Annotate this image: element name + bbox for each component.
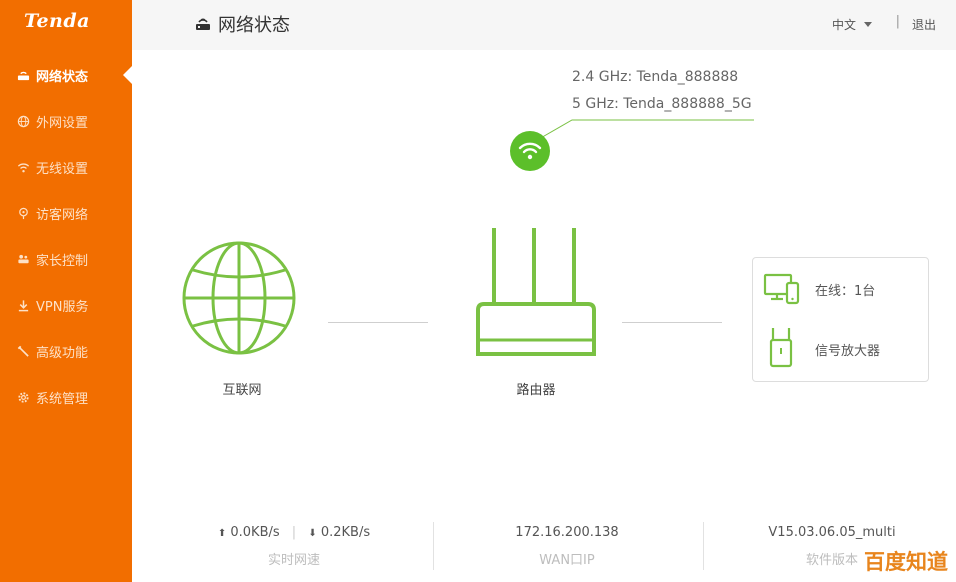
chevron-down-icon	[864, 22, 872, 27]
router-label: 路由器	[516, 383, 556, 398]
client-devices-panel: 在线：1台 信号放大器	[752, 257, 929, 382]
sidebar-item-wireless[interactable]: 无线设置	[0, 144, 132, 190]
sidebar-item-wan-settings[interactable]: 外网设置	[0, 98, 132, 144]
globe-icon	[16, 114, 30, 128]
sidebar: Tenda 网络状态 外网设置 无线设置 访客网络 家长控制 VPN服务 高级功…	[0, 0, 132, 582]
top-bar: 网络状态 中文 | 退出	[132, 0, 956, 50]
sidebar-item-system[interactable]: 系统管理	[0, 374, 132, 420]
sidebar-item-vpn[interactable]: VPN服务	[0, 282, 132, 328]
stat-divider	[703, 522, 704, 570]
sidebar-item-label: 无线设置	[36, 161, 89, 177]
upload-arrow-icon: ⬆	[217, 528, 227, 539]
status-stats: ⬆ 0.0KB/s | ⬇ 0.2KB/s 实时网速 172.16.200.13…	[132, 518, 956, 582]
download-arrow-icon: ⬇	[308, 528, 317, 539]
sidebar-item-label: 系统管理	[36, 391, 89, 407]
firmware-version-value: V15.03.06.05_multi	[768, 525, 896, 540]
realtime-speed-stat: ⬆ 0.0KB/s | ⬇ 0.2KB/s 实时网速	[164, 518, 424, 582]
download-icon	[16, 298, 30, 312]
wan-ip-stat: 172.16.200.138 WAN口IP	[442, 518, 692, 582]
connection-line-router-clients	[622, 322, 722, 323]
sidebar-item-parental-control[interactable]: 家长控制	[0, 236, 132, 282]
speed-divider: |	[291, 525, 297, 540]
sidebar-item-label: 网络状态	[36, 69, 89, 85]
online-devices-row[interactable]: 在线：1台	[763, 272, 875, 306]
language-label: 中文	[831, 18, 856, 32]
stat-divider	[433, 522, 434, 570]
page-title-text: 网络状态	[218, 15, 290, 36]
internet-globe-icon[interactable]	[181, 240, 297, 356]
logout-link[interactable]: 退出	[912, 16, 936, 33]
wrench-icon	[16, 344, 30, 358]
devices-icon	[763, 273, 800, 305]
router-icon[interactable]	[470, 224, 602, 358]
signal-extender-label: 信号放大器	[815, 343, 881, 359]
wifi-icon	[16, 160, 30, 174]
download-speed: 0.2KB/s	[320, 525, 371, 540]
tenda-logo: Tenda	[24, 10, 90, 32]
extender-icon	[769, 328, 793, 368]
upload-speed: 0.0KB/s	[230, 525, 280, 540]
router-icon	[196, 18, 210, 30]
speed-values: ⬆ 0.0KB/s | ⬇ 0.2KB/s	[164, 525, 424, 540]
sidebar-item-advanced[interactable]: 高级功能	[0, 328, 132, 374]
sidebar-item-label: 家长控制	[36, 253, 89, 269]
header-separator: |	[895, 14, 900, 29]
page-title: 网络状态	[194, 11, 290, 37]
wifi-icon	[518, 142, 542, 160]
internet-label: 互联网	[222, 383, 262, 398]
gear-icon	[16, 390, 30, 404]
sidebar-item-label: VPN服务	[36, 299, 89, 315]
sidebar-item-label: 高级功能	[36, 345, 89, 361]
wan-ip-value: 172.16.200.138	[515, 525, 619, 540]
sidebar-nav: 网络状态 外网设置 无线设置 访客网络 家长控制 VPN服务 高级功能 系统管理	[0, 52, 132, 420]
watermark-logo: 百度知道	[864, 550, 948, 574]
wan-ip-label: WAN口IP	[539, 553, 595, 568]
language-select[interactable]: 中文	[832, 16, 872, 33]
wifi-status-button[interactable]	[510, 131, 550, 171]
router-icon	[16, 68, 30, 82]
connection-line-internet-router	[328, 322, 428, 323]
signal-extender-row[interactable]: 信号放大器	[763, 326, 880, 372]
sidebar-item-label: 访客网络	[36, 207, 89, 223]
speed-label: 实时网速	[267, 553, 320, 568]
sidebar-item-label: 外网设置	[36, 115, 89, 131]
sidebar-item-network-status[interactable]: 网络状态	[0, 52, 132, 98]
online-devices-count: 在线：1台	[815, 283, 876, 299]
parental-icon	[16, 252, 30, 266]
main-content: 2.4 GHz: Tenda_888888 5 GHz: Tenda_88888…	[132, 50, 956, 582]
guest-icon	[16, 206, 30, 220]
sidebar-item-guest-network[interactable]: 访客网络	[0, 190, 132, 236]
